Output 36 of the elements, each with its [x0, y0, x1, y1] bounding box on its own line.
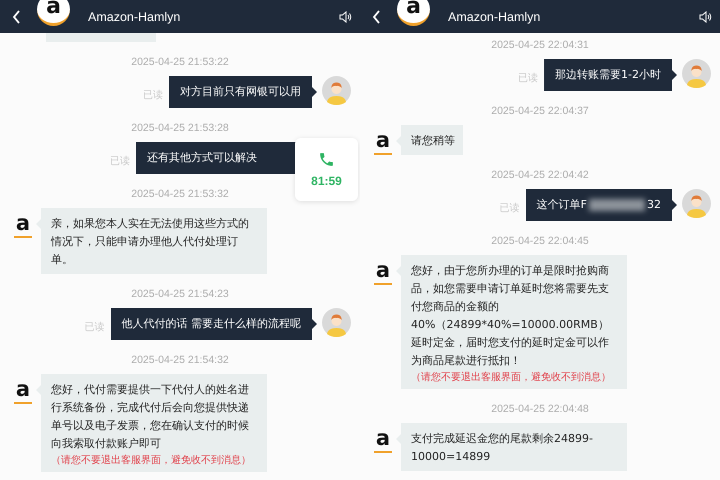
timestamp: 2025-04-25 22:04:42 — [490, 169, 590, 182]
back-icon[interactable] — [372, 10, 381, 24]
call-widget[interactable]: 81:59 — [295, 138, 358, 201]
user-avatar — [682, 59, 711, 88]
timestamp: 2025-04-25 21:53:32 — [130, 188, 230, 201]
timestamp: 2025-04-25 22:04:37 — [490, 105, 590, 118]
timestamp: 2025-04-25 21:54:32 — [130, 354, 230, 367]
timestamp: 2025-04-25 22:04:31 — [490, 39, 590, 52]
message-bubble: 对方目前只有网银可以用 — [169, 76, 317, 108]
call-timer: 81:59 — [311, 174, 342, 188]
message-text: 请您稍等 — [411, 133, 455, 149]
contact-name: Amazon-Hamlyn — [448, 10, 542, 24]
message-bubble: 那边转账需要1-2小时 — [544, 59, 677, 91]
timestamp: 2025-04-25 22:04:45 — [490, 235, 590, 248]
timestamp: 2025-04-25 21:53:28 — [130, 122, 230, 135]
timestamp: 2025-04-25 21:53:22 — [130, 56, 230, 69]
contact-name: Amazon-Hamlyn — [88, 10, 182, 24]
timestamp: 2025-04-25 21:54:23 — [130, 288, 230, 301]
message-text: 亲，如果您本人实在无法使用这些方式的情况下，只能申请办理他人代付处理订单。 — [51, 216, 250, 268]
user-avatar — [322, 308, 351, 337]
user-avatar — [322, 76, 351, 105]
timestamp: 2025-04-25 22:04:48 — [490, 403, 590, 416]
logo-avatar: a — [397, 0, 430, 26]
message-text: 您好，由于您所办理的订单是限时抢购商品，如您需要申请订单延时您将需要先支付您商品的金额的40%（24899*40%=10000.00RMB）延时定金，届时您支付的延时定金可以作为商品尾款进行抵扣！ — [411, 263, 610, 369]
notice-text: （请您不要退出客服界面，避免收不到消息） — [51, 455, 252, 467]
message-bubble: 他人代付的话 需要走什么样的流程呢 — [110, 308, 317, 340]
message-bubble: 这个订单F 32 — [526, 189, 677, 221]
user-avatar — [682, 189, 711, 218]
notice-text: （请您不要退出客服界面，避免收不到消息） — [411, 372, 612, 384]
speaker-icon[interactable] — [699, 10, 712, 22]
message-text: 支付完成延迟金您的尾款剩余24899-10000=14899 — [411, 431, 594, 465]
back-icon[interactable] — [12, 10, 21, 24]
logo-avatar: a — [37, 0, 70, 26]
speaker-icon[interactable] — [339, 10, 352, 22]
message-text: 您好，代付需要提供一下代付人的姓名进行系统备份，完成代付后会向您提供快递单号以及电子发票，您在确认支付的时候向我索取付款账户即可 — [51, 382, 250, 452]
phone-icon — [318, 151, 335, 168]
